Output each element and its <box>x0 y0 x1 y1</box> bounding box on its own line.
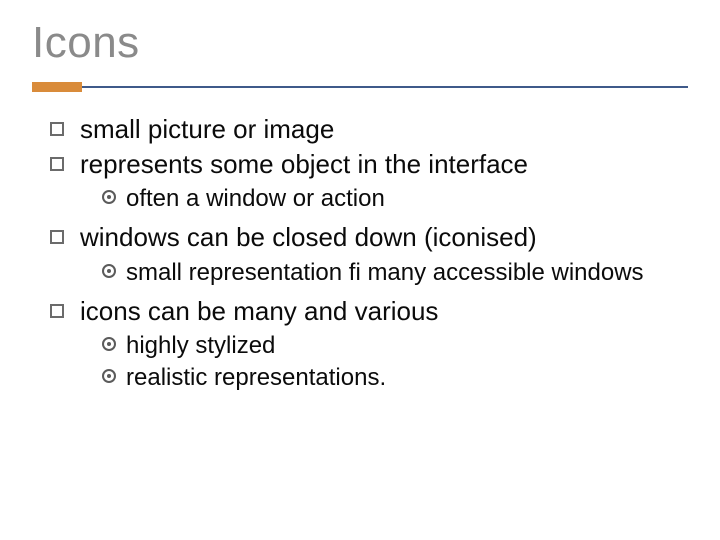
circle-bullet-icon <box>102 190 116 204</box>
sublist: often a window or action <box>102 184 688 214</box>
bullet-text: highly stylized <box>126 331 275 361</box>
sublist: highly stylized realistic representation… <box>102 331 688 393</box>
list-item: small picture or image <box>50 114 688 145</box>
bullet-text: realistic representations. <box>126 363 386 393</box>
square-bullet-icon <box>50 230 64 244</box>
bullet-text: windows can be closed down (iconised) <box>80 222 537 253</box>
square-bullet-icon <box>50 122 64 136</box>
rule-line <box>82 86 688 88</box>
list-item: icons can be many and various <box>50 296 688 327</box>
bullet-text: small representation fi many accessible … <box>126 258 644 288</box>
list-item: often a window or action <box>102 184 688 214</box>
title-rule <box>32 82 688 92</box>
list-item: windows can be closed down (iconised) <box>50 222 688 253</box>
sublist: small representation fi many accessible … <box>102 258 688 288</box>
rule-accent <box>32 82 82 92</box>
page-title: Icons <box>32 18 688 68</box>
circle-bullet-icon <box>102 369 116 383</box>
circle-bullet-icon <box>102 264 116 278</box>
circle-bullet-icon <box>102 337 116 351</box>
list-item: highly stylized <box>102 331 688 361</box>
bullet-text: represents some object in the interface <box>80 149 528 180</box>
bullet-text: icons can be many and various <box>80 296 438 327</box>
list-item: small representation fi many accessible … <box>102 258 688 288</box>
square-bullet-icon <box>50 157 64 171</box>
slide: Icons small picture or image represents … <box>0 0 720 540</box>
bullet-text: often a window or action <box>126 184 385 214</box>
list-item: realistic representations. <box>102 363 688 393</box>
square-bullet-icon <box>50 304 64 318</box>
content-area: small picture or image represents some o… <box>32 114 688 393</box>
bullet-text: small picture or image <box>80 114 334 145</box>
list-item: represents some object in the interface <box>50 149 688 180</box>
